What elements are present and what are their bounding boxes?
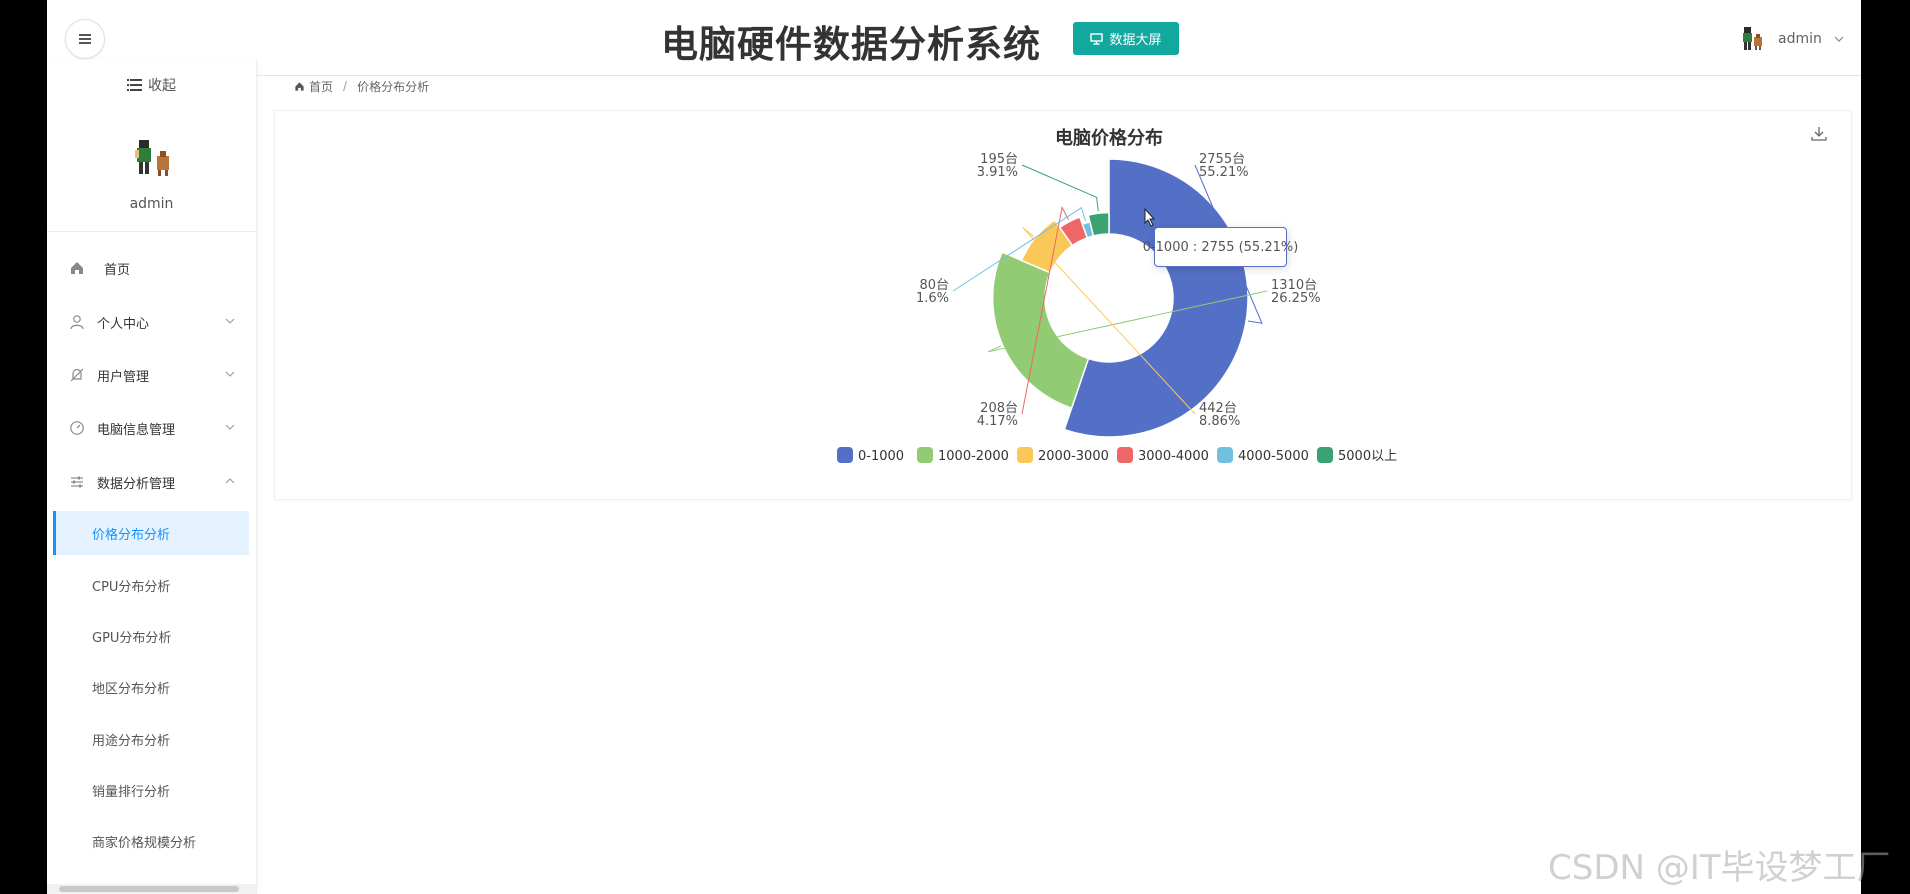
breadcrumb-separator: / <box>343 79 348 93</box>
submenu-cpu-distribution[interactable]: CPU分布分析 <box>53 563 249 607</box>
submenu-merchant-price-scale[interactable]: 商家价格规模分析 <box>53 819 249 863</box>
collapse-label: 收起 <box>148 78 176 94</box>
app-title: 电脑硬件数据分析系统 <box>661 23 1041 66</box>
sidebar-item-label: 用户管理 <box>97 369 150 385</box>
menu-icon <box>79 34 91 44</box>
submenu-label: 地区分布分析 <box>92 681 171 697</box>
slice-percent-label: 8.86% <box>1199 414 1240 429</box>
sidebar-scrollbar[interactable] <box>47 884 256 894</box>
sidebar-item-computer-info[interactable]: 电脑信息管理 <box>47 406 256 450</box>
submenu-label: 用途分布分析 <box>92 733 171 749</box>
legend-swatch <box>1117 447 1133 463</box>
legend-label: 0-1000 <box>858 449 904 464</box>
legend-label: 2000-3000 <box>1038 449 1109 464</box>
pie-slice <box>991 251 1090 409</box>
scrollbar-thumb[interactable] <box>59 886 239 892</box>
gauge-icon <box>70 421 84 435</box>
slice-percent-label: 3.91% <box>977 165 1018 180</box>
legend-swatch <box>1217 447 1233 463</box>
legend-label: 3000-4000 <box>1138 449 1209 464</box>
home-icon <box>71 262 83 274</box>
chevron-down-icon <box>225 371 235 377</box>
sidebar-item-label: 个人中心 <box>97 316 150 332</box>
bell-off-icon <box>70 368 84 382</box>
bigscreen-label: 数据大屏 <box>1109 33 1162 48</box>
submenu-label: 销量排行分析 <box>92 784 171 800</box>
user-icon <box>70 315 84 330</box>
sidebar-divider <box>47 231 256 232</box>
slice-percent-label: 1.6% <box>916 291 949 306</box>
collapse-button[interactable]: 收起 <box>47 70 256 100</box>
legend-swatch <box>917 447 933 463</box>
monitor-icon <box>1090 32 1104 45</box>
watermark: CSDN @IT毕设梦工厂 <box>1548 848 1891 888</box>
submenu-sales-ranking[interactable]: 销量排行分析 <box>53 768 249 812</box>
download-icon[interactable] <box>1810 125 1828 143</box>
label-leader-line <box>1021 164 1099 212</box>
sliders-icon <box>71 476 83 488</box>
sidebar-item-label: 电脑信息管理 <box>97 422 176 438</box>
legend-swatch <box>1017 447 1033 463</box>
sidebar-item-profile[interactable]: 个人中心 <box>47 300 256 344</box>
sidebar-username: admin <box>129 196 174 212</box>
legend-swatch <box>837 447 853 463</box>
slice-percent-label: 55.21% <box>1199 165 1249 180</box>
menu-toggle-button[interactable] <box>65 19 105 59</box>
chart-panel: 电脑价格分布 2755台 55.21% 1310台 26.25% 442台 8.86% 208… <box>274 110 1852 500</box>
legend-label: 4000-5000 <box>1238 449 1309 464</box>
pie-slice <box>1063 158 1249 438</box>
chevron-up-icon <box>225 478 235 484</box>
legend-label: 1000-2000 <box>938 449 1009 464</box>
submenu-label: GPU分布分析 <box>92 630 172 646</box>
breadcrumb-home[interactable]: 首页 <box>309 78 333 95</box>
submenu-gpu-distribution[interactable]: GPU分布分析 <box>53 614 249 658</box>
breadcrumb: 首页 / 价格分布分析 <box>294 77 429 95</box>
legend-swatch <box>1317 447 1333 463</box>
price-distribution-chart: 电脑价格分布2755台55.21%1310台26.25%442台8.86%208… <box>837 127 1397 464</box>
user-dropdown[interactable]: admin <box>1740 24 1844 54</box>
header-username: admin <box>1778 31 1822 47</box>
avatar <box>1743 27 1762 50</box>
chevron-down-icon <box>1834 36 1844 42</box>
slice-percent-label: 4.17% <box>977 414 1018 429</box>
chart-title: 电脑价格分布 <box>1055 127 1163 149</box>
sidebar-item-label: 数据分析管理 <box>97 476 176 492</box>
chevron-down-icon <box>225 318 235 324</box>
submenu-usage-distribution[interactable]: 用途分布分析 <box>53 717 249 761</box>
sidebar-avatar <box>135 140 169 176</box>
sidebar-item-home[interactable]: 首页 <box>47 246 256 290</box>
submenu-label: 商家价格规模分析 <box>92 835 197 851</box>
legend-label: 5000以上 <box>1338 449 1397 464</box>
collapse-icon <box>127 79 142 91</box>
bigscreen-button[interactable]: 数据大屏 <box>1073 22 1179 55</box>
submenu-label: 价格分布分析 <box>92 527 171 543</box>
submenu-price-distribution[interactable]: 价格分布分析 <box>53 511 249 555</box>
submenu-label: CPU分布分析 <box>92 579 171 595</box>
chevron-down-icon <box>225 424 235 430</box>
sidebar-item-label: 首页 <box>104 262 131 278</box>
chart-tooltip: 0-1000 : 2755 (55.21%) <box>1143 227 1298 267</box>
submenu-region-distribution[interactable]: 地区分布分析 <box>53 665 249 709</box>
top-header: 电脑硬件数据分析系统 数据大屏 admin <box>47 0 1861 76</box>
sidebar: 收起 admin 首页 个人中心 用户管理 电脑信息管理 数据分析管理 价格分布… <box>47 60 257 894</box>
sidebar-item-users[interactable]: 用户管理 <box>47 353 256 397</box>
breadcrumb-current: 价格分布分析 <box>357 79 430 94</box>
app-window: 电脑硬件数据分析系统 数据大屏 admin 收起 admin 首页 个人中心 用… <box>47 0 1861 894</box>
home-icon <box>295 81 304 91</box>
sidebar-item-data-analysis[interactable]: 数据分析管理 <box>47 460 256 504</box>
slice-percent-label: 26.25% <box>1271 291 1321 306</box>
